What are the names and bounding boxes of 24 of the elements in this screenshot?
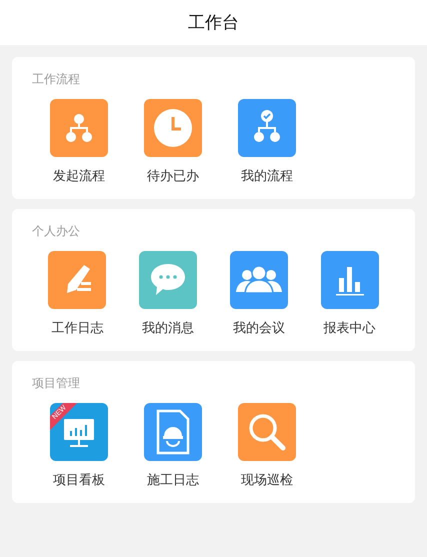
app-label[interactable]: 报表中心: [324, 319, 376, 337]
people-group-icon[interactable]: [230, 251, 288, 309]
app-label[interactable]: 现场巡检: [241, 471, 293, 489]
bar-chart-icon[interactable]: [320, 251, 379, 309]
app-label[interactable]: 待办已办: [147, 167, 199, 185]
page-title: 工作台: [188, 12, 239, 34]
app-label[interactable]: 发起流程: [53, 167, 105, 185]
app-label[interactable]: 项目看板: [53, 471, 105, 489]
app-label[interactable]: 我的流程: [241, 167, 293, 185]
app-label[interactable]: 我的消息: [142, 319, 194, 337]
app-label[interactable]: 我的会议: [232, 319, 285, 337]
app-label[interactable]: 工作日志: [51, 319, 104, 337]
app-label[interactable]: 施工日志: [147, 471, 199, 489]
check-flow-icon[interactable]: [238, 99, 296, 157]
clock-icon[interactable]: [144, 99, 202, 157]
section-title: 个人办公: [32, 223, 81, 239]
chat-bubble-icon[interactable]: [139, 251, 198, 309]
section-title: 工作流程: [32, 71, 81, 87]
flow-chart-icon[interactable]: [50, 99, 108, 157]
document-helmet-icon[interactable]: [144, 403, 202, 461]
section-title: 项目管理: [32, 375, 81, 391]
pencil-icon[interactable]: [48, 251, 106, 309]
monitor-chart-icon[interactable]: [50, 403, 108, 461]
magnifier-icon[interactable]: [238, 403, 296, 461]
